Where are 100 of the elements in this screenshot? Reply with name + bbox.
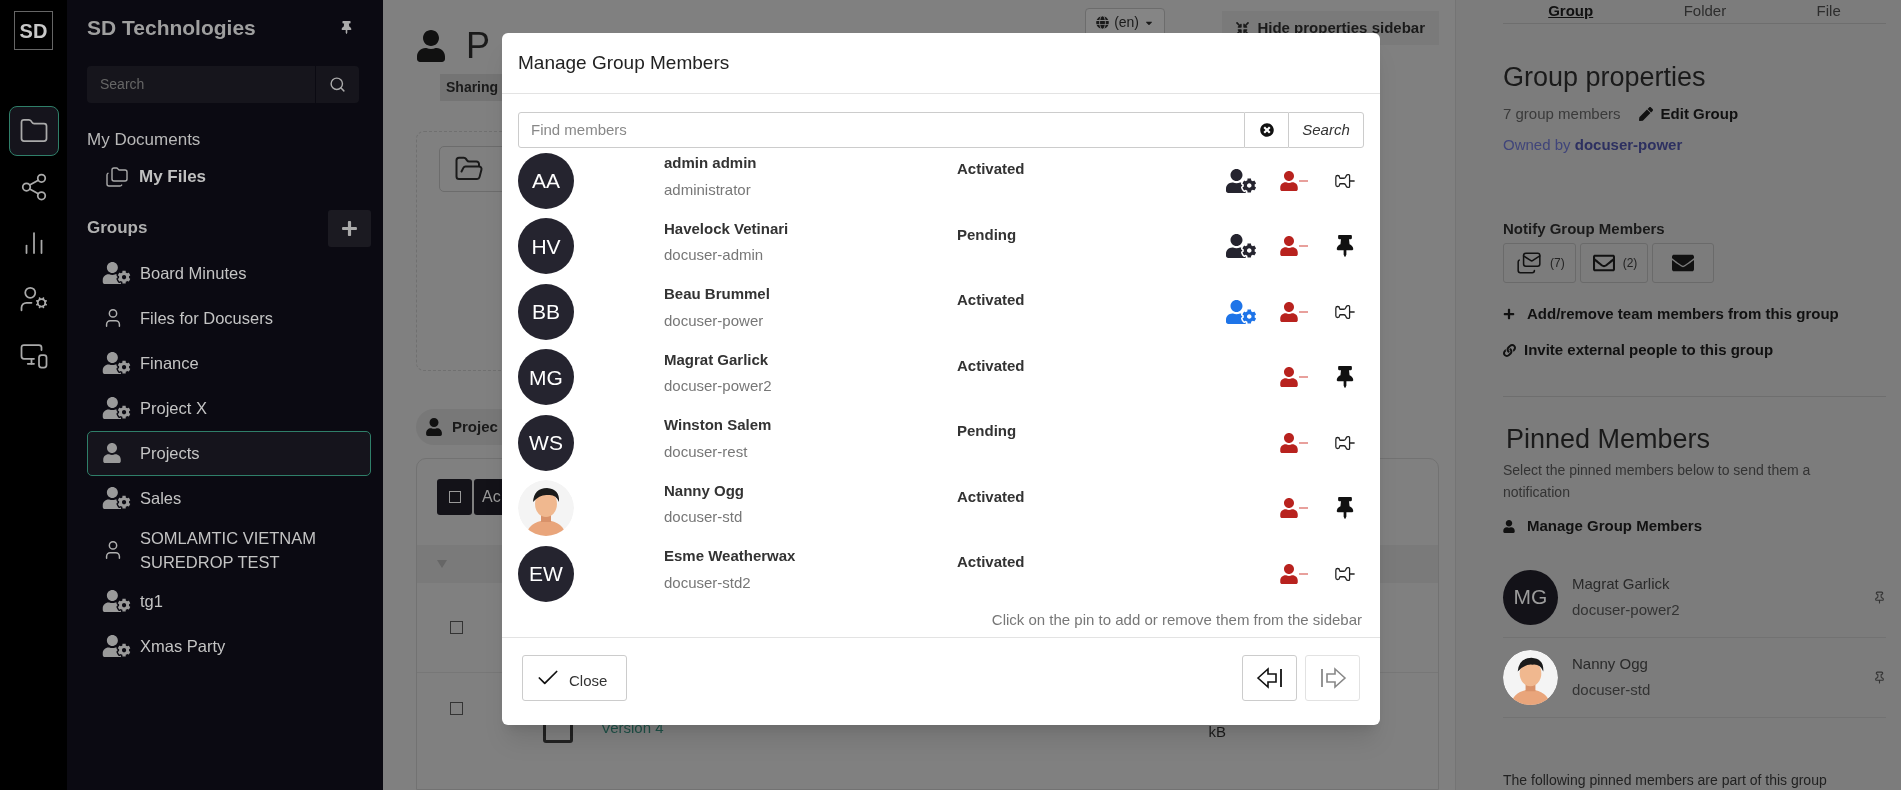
notify-button[interactable] xyxy=(1652,242,1715,283)
group-item[interactable]: Files for Docusers xyxy=(87,295,371,341)
user-gear-icon xyxy=(102,590,131,612)
user-gear-icon xyxy=(102,635,131,657)
member-username: docuser-power2 xyxy=(664,376,773,397)
search-button[interactable]: Search xyxy=(1288,112,1364,148)
user-gear-icon[interactable] xyxy=(1226,234,1256,259)
member-status: Pending xyxy=(957,421,1017,441)
arrow-right-icon xyxy=(1318,666,1347,689)
clear-search-button[interactable] xyxy=(1245,112,1288,148)
envelopes-icon xyxy=(1514,249,1544,276)
member-status: Activated xyxy=(957,355,1025,376)
group-label: Finance xyxy=(140,353,199,374)
user-icon xyxy=(1503,519,1515,533)
member-username: docuser-std xyxy=(664,507,744,528)
search-button[interactable] xyxy=(316,65,359,103)
group-label: SOMLAMTIC VIETNAM SUREDROP TEST xyxy=(140,527,317,573)
member-username: docuser-admin xyxy=(664,245,765,266)
logo: SD xyxy=(14,11,53,50)
group-item[interactable]: Xmas Party xyxy=(87,623,371,669)
panel-tab[interactable]: Group xyxy=(1548,0,1594,23)
invite-link[interactable]: Invite external people to this group xyxy=(1503,339,1886,362)
member-username: docuser-power xyxy=(664,310,765,331)
pencil-icon xyxy=(1638,107,1653,122)
pin-icon[interactable] xyxy=(340,21,353,35)
group-label: Projects xyxy=(140,443,200,464)
row-checkbox[interactable] xyxy=(450,701,463,715)
user-gear-icon xyxy=(18,284,49,314)
pinned-heading: Pinned Members xyxy=(1505,422,1712,456)
member-name: Beau Brummel xyxy=(664,284,771,305)
user-gear-icon[interactable] xyxy=(1226,168,1256,193)
group-item[interactable]: Projects xyxy=(87,430,371,476)
remove-member-icon[interactable] xyxy=(1280,563,1308,584)
group-item[interactable]: SOMLAMTIC VIETNAM SUREDROP TEST xyxy=(87,520,371,579)
avatar: BB xyxy=(518,283,574,340)
pin-hint: Click on the pin to add or remove them from the sidebar xyxy=(991,609,1362,630)
avatar: AA xyxy=(518,152,574,209)
group-label: Board Minutes xyxy=(140,263,247,284)
remove-member-icon[interactable] xyxy=(1280,432,1308,453)
pin-icon[interactable] xyxy=(1336,366,1354,389)
select-all-checkbox[interactable] xyxy=(448,491,461,503)
member-name: Magrat Garlick xyxy=(1572,573,1671,594)
member-name: Magrat Garlick xyxy=(664,349,770,370)
group-label: Sales xyxy=(140,488,182,509)
find-members-field[interactable]: Find members xyxy=(518,112,1245,148)
member-name: Esme Weatherwax xyxy=(664,546,797,567)
notify-button[interactable]: (2) xyxy=(1579,242,1649,283)
user-gear-icon xyxy=(102,397,131,419)
group-item[interactable]: Board Minutes xyxy=(87,250,371,296)
remove-member-icon[interactable] xyxy=(1280,301,1308,322)
pinned-description: Select the pinned members below to send them a notification xyxy=(1503,461,1812,502)
groups-heading: Groups xyxy=(87,217,148,240)
rail-button[interactable] xyxy=(8,106,59,156)
member-username: docuser-std xyxy=(1572,680,1652,700)
link-icon xyxy=(1503,343,1516,357)
remove-member-icon[interactable] xyxy=(1280,498,1308,519)
page-title: P xyxy=(466,28,490,64)
member-username: administrator xyxy=(664,179,752,200)
sharing-tag: Sharing xyxy=(440,74,505,101)
member-count: 7 group members xyxy=(1503,104,1621,124)
owner-text: Owned by docuser-power xyxy=(1503,134,1684,155)
member-status: Activated xyxy=(957,486,1025,507)
panel-heading: Group properties xyxy=(1503,60,1707,94)
plus-icon xyxy=(1503,307,1515,320)
member-name: Havelock Vetinari xyxy=(664,218,790,239)
add-group-button[interactable] xyxy=(328,209,371,247)
notify-button[interactable]: (7) xyxy=(1503,242,1576,283)
globe-icon xyxy=(1096,16,1110,29)
pinned-footer-text: The following pinned members are part of this group xyxy=(1503,770,1828,790)
member-username: docuser-std2 xyxy=(664,572,752,593)
pin-icon[interactable] xyxy=(1336,235,1354,258)
group-label: Xmas Party xyxy=(140,636,226,657)
group-item[interactable]: Sales xyxy=(87,475,371,521)
close-button[interactable]: Close xyxy=(522,654,627,701)
search-field[interactable]: Search xyxy=(87,65,315,103)
compress-icon xyxy=(1236,21,1250,35)
remove-member-icon[interactable] xyxy=(1280,236,1308,257)
member-status: Activated xyxy=(957,552,1025,572)
group-item[interactable]: Project X xyxy=(87,385,371,431)
group-item[interactable]: Finance xyxy=(87,340,371,386)
member-status: Activated xyxy=(957,290,1025,310)
user-icon xyxy=(416,30,446,62)
row-checkbox[interactable] xyxy=(450,621,463,634)
avatar: HV xyxy=(518,218,574,275)
group-label: Files for Docusers xyxy=(140,308,273,329)
manage-members-link[interactable]: Manage Group Members xyxy=(1503,515,1886,538)
group-item[interactable]: tg1 xyxy=(87,578,371,624)
my-files-link[interactable]: My Files xyxy=(139,164,207,190)
avatar: WS xyxy=(518,414,574,471)
remove-member-icon[interactable] xyxy=(1280,367,1308,388)
notify-heading: Notify Group Members xyxy=(1503,219,1666,239)
modal-title: Manage Group Members xyxy=(518,50,730,75)
member-name: Nanny Ogg xyxy=(1572,653,1649,674)
avatar: MG xyxy=(518,349,574,406)
edit-group-link[interactable]: Edit Group xyxy=(1638,103,1739,126)
pin-icon[interactable] xyxy=(1336,497,1354,520)
remove-member-icon[interactable] xyxy=(1280,170,1308,191)
add-members-link[interactable]: Add/remove team members from this group xyxy=(1503,302,1886,325)
previous-button[interactable] xyxy=(1242,654,1297,701)
next-button[interactable] xyxy=(1305,654,1360,701)
